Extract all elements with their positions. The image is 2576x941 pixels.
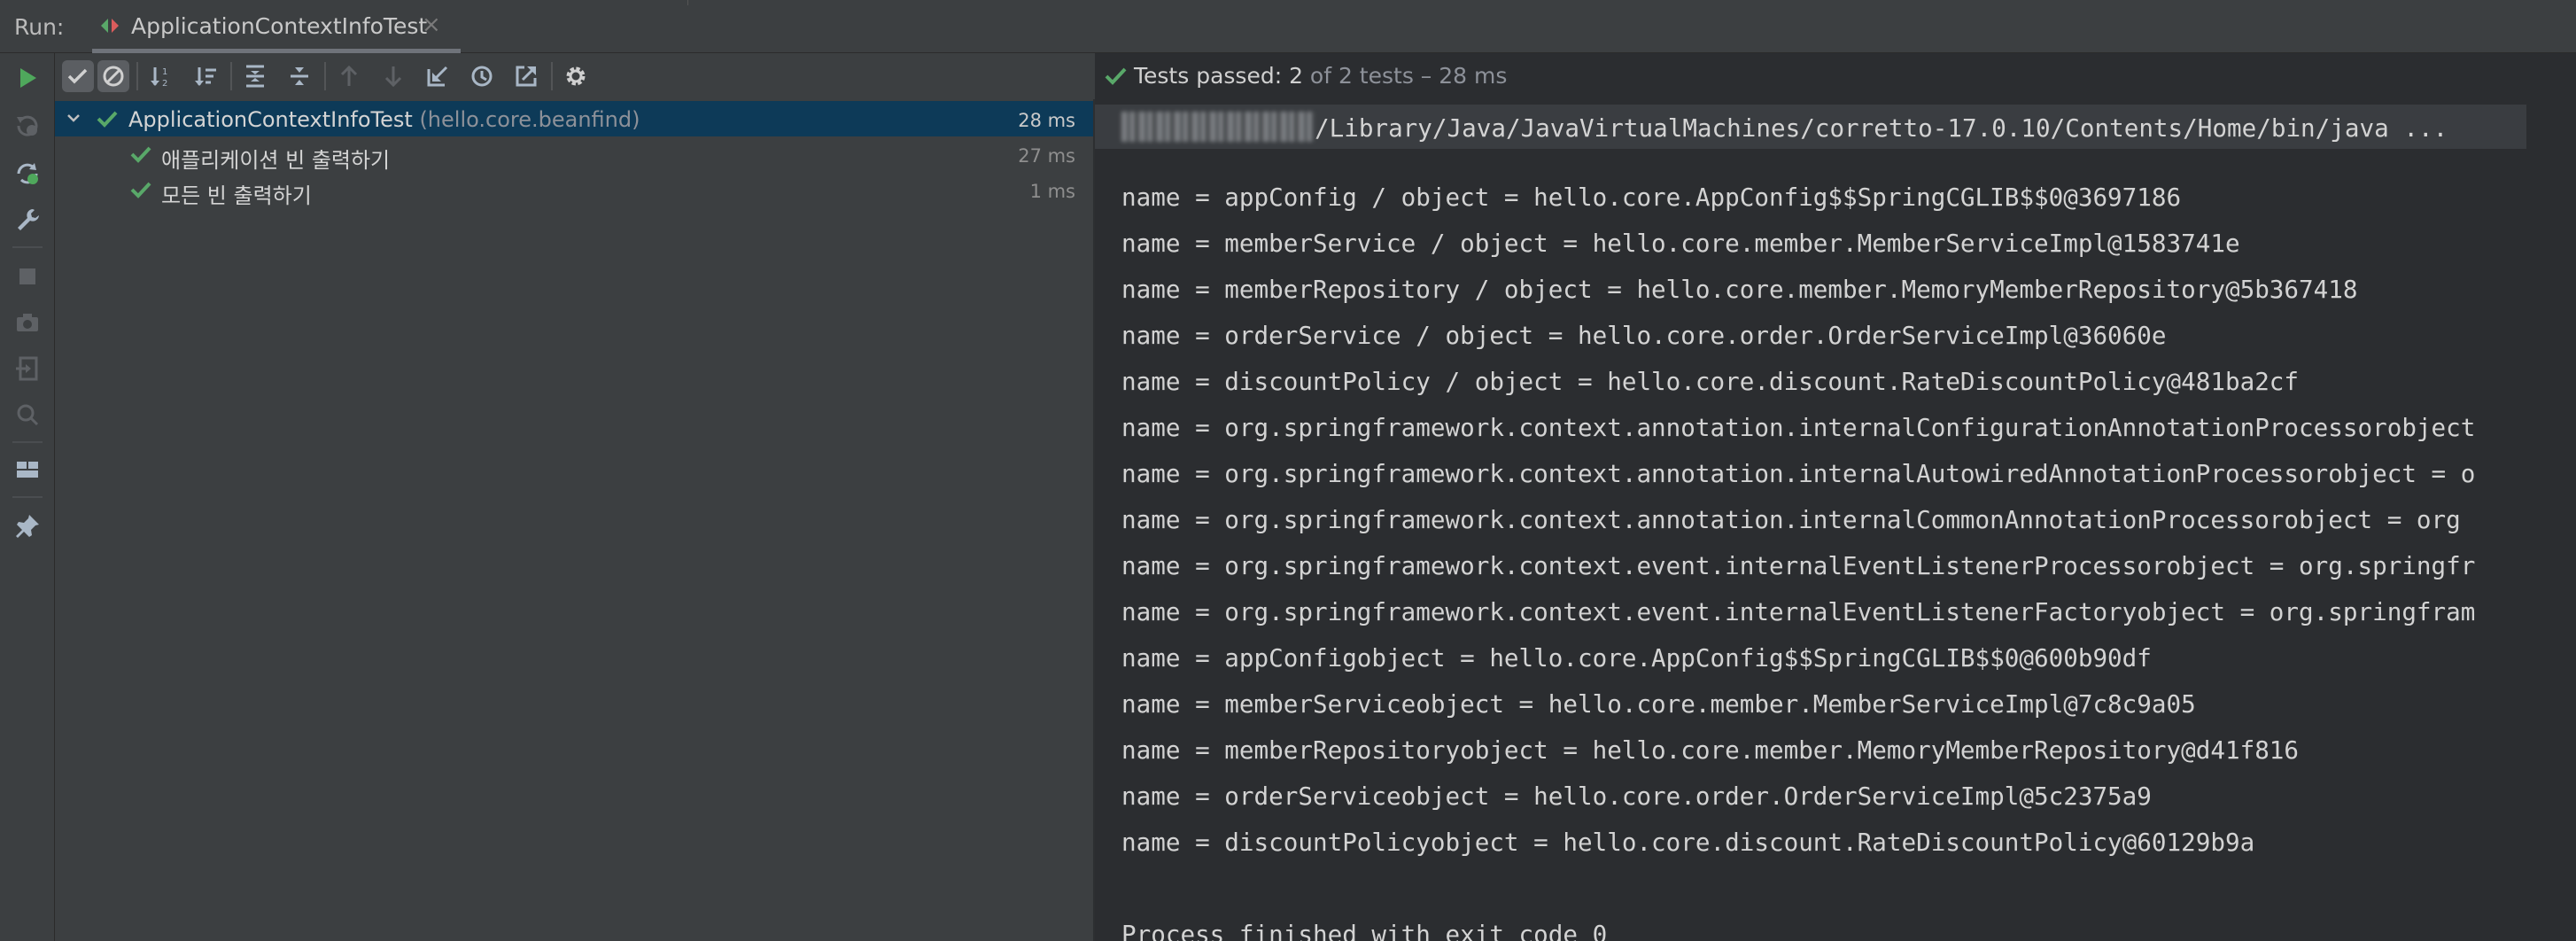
test-results-tree: ApplicationContextInfoTest (hello.core.b…: [55, 99, 1095, 941]
passed-check-icon: [1104, 64, 1129, 89]
summary-count: 2: [1289, 63, 1303, 89]
test-tree-row-root[interactable]: ApplicationContextInfoTest (hello.core.b…: [55, 101, 1093, 136]
test-duration: 27 ms: [1018, 145, 1075, 167]
console-line: name = appConfigobject = hello.core.AppC…: [1121, 643, 2152, 673]
test-method-name: 모든 빈 출력하기: [161, 183, 312, 208]
settings-gear-icon[interactable]: [560, 60, 592, 92]
command-line[interactable]: /Library/Java/JavaVirtualMachines/corret…: [1121, 112, 2448, 143]
tests-passed-summary: Tests passed: 2 of 2 tests – 28 ms: [1134, 63, 1507, 89]
console-line: name = orderServiceobject = hello.core.o…: [1121, 782, 2152, 811]
exit-message: Process finished with exit code 0: [1121, 920, 1608, 941]
test-tree-row[interactable]: 애플리케이션 빈 출력하기 27 ms: [55, 136, 1093, 173]
export-results-icon[interactable]: [510, 60, 542, 92]
exit-icon[interactable]: [13, 354, 42, 383]
run-label: Run:: [14, 14, 65, 40]
camera-icon[interactable]: [13, 308, 42, 337]
test-duration: 28 ms: [1018, 110, 1075, 131]
console-line: name = appConfig / object = hello.core.A…: [1121, 183, 2182, 212]
next-failed-icon[interactable]: [377, 60, 409, 92]
rerun-failed-icon[interactable]: [13, 112, 42, 140]
rerun-icon[interactable]: [13, 64, 42, 92]
divider: [12, 496, 43, 498]
command-text: /Library/Java/JavaVirtualMachines/corret…: [1315, 113, 2448, 143]
show-ignored-icon[interactable]: [97, 60, 129, 92]
console-line: name = orderService / object = hello.cor…: [1121, 321, 2167, 350]
console-line: name = org.springframework.context.annot…: [1121, 505, 2461, 534]
console-line: name = discountPolicy / object = hello.c…: [1121, 367, 2300, 396]
toggle-auto-test-icon[interactable]: [13, 159, 42, 188]
test-status-bar: Tests passed: 2 of 2 tests – 28 ms: [1095, 53, 2576, 99]
show-passed-icon[interactable]: [62, 60, 94, 92]
import-tests-icon[interactable]: [422, 60, 454, 92]
console-line: name = org.springframework.context.event…: [1121, 551, 2476, 580]
svg-text:1: 1: [162, 67, 167, 77]
divider: [136, 62, 138, 90]
divider: [12, 246, 43, 248]
previous-failed-icon[interactable]: [333, 60, 365, 92]
test-method-name: 애플리케이션 빈 출력하기: [161, 148, 391, 173]
sort-duration-icon[interactable]: [190, 60, 221, 92]
sort-alpha-icon[interactable]: 12: [145, 60, 177, 92]
redacted-path: [1121, 112, 1315, 142]
console-line: name = memberRepositoryobject = hello.co…: [1121, 735, 2300, 765]
divider: [687, 0, 688, 5]
inspect-icon[interactable]: [13, 401, 42, 429]
run-side-toolbar: [0, 53, 55, 941]
divider: [230, 62, 232, 90]
test-history-icon[interactable]: [466, 60, 498, 92]
svg-text:2: 2: [162, 79, 167, 89]
test-duration: 1 ms: [1029, 181, 1075, 202]
test-config-icon: [97, 13, 122, 38]
summary-suffix: of 2 tests – 28 ms: [1302, 63, 1508, 89]
pin-icon[interactable]: [13, 512, 42, 540]
run-tool-window-header: Run: ApplicationContextInfoTest ×: [0, 0, 2576, 53]
divider: [551, 62, 553, 90]
run-tab-title: ApplicationContextInfoTest: [131, 13, 428, 39]
console-output[interactable]: /Library/Java/JavaVirtualMachines/corret…: [1095, 99, 2576, 941]
wrench-icon[interactable]: [13, 206, 42, 234]
expand-all-icon[interactable]: [239, 60, 271, 92]
divider: [324, 62, 326, 90]
console-line: name = memberRepository / object = hello…: [1121, 275, 2358, 304]
test-package-name: (hello.core.beanfind): [412, 107, 640, 132]
test-class-name: ApplicationContextInfoTest: [128, 107, 413, 132]
stop-icon[interactable]: [13, 262, 42, 291]
passed-check-icon: [129, 178, 152, 201]
test-runner-toolbar: 12: [55, 53, 1095, 99]
summary-prefix: Tests passed:: [1134, 63, 1290, 89]
test-tree-row[interactable]: 모든 빈 출력하기 1 ms: [55, 172, 1093, 208]
test-class-label: ApplicationContextInfoTest (hello.core.b…: [128, 107, 640, 132]
layout-icon[interactable]: [13, 455, 42, 484]
passed-check-icon: [96, 107, 119, 130]
divider: [12, 441, 43, 443]
passed-check-icon: [129, 143, 152, 166]
console-line: name = org.springframework.context.event…: [1121, 597, 2476, 626]
close-icon[interactable]: ×: [422, 12, 441, 38]
console-line: name = memberServiceobject = hello.core.…: [1121, 689, 2196, 719]
console-line: name = org.springframework.context.annot…: [1121, 459, 2476, 488]
chevron-down-icon[interactable]: [64, 108, 83, 128]
console-line: name = org.springframework.context.annot…: [1121, 413, 2476, 442]
run-tab[interactable]: ApplicationContextInfoTest ×: [92, 0, 461, 53]
console-line: name = discountPolicyobject = hello.core…: [1121, 828, 2255, 857]
collapse-all-icon[interactable]: [283, 60, 315, 92]
console-line: name = memberService / object = hello.co…: [1121, 229, 2240, 258]
